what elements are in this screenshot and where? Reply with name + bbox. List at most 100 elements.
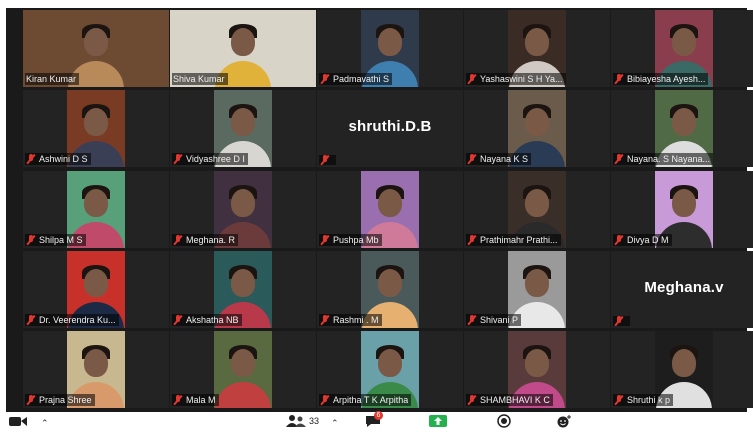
participant-tile[interactable]: Shilpa M S (23, 171, 169, 248)
participant-face (84, 108, 108, 136)
participant-name: Bibiayesha Ayesh... (627, 74, 706, 84)
participant-face (231, 269, 255, 297)
participant-tile[interactable]: Shiva Kumar (170, 10, 316, 87)
participant-face (378, 269, 402, 297)
participant-tile[interactable]: Prajna Shree (23, 331, 169, 408)
participant-name: Nayana. S Nayana... (627, 154, 711, 164)
share-screen-icon (429, 415, 447, 427)
muted-mic-icon (26, 154, 36, 164)
muted-mic-icon (614, 154, 624, 164)
participant-tile[interactable]: Akshatha NB (170, 251, 316, 328)
participant-name: Shivani P (480, 315, 519, 325)
participant-face (231, 349, 255, 377)
participant-name-label: Nayana. S Nayana... (613, 153, 714, 165)
participant-tile[interactable]: Meghana. R (170, 171, 316, 248)
participant-name-label: Rashmi . M (319, 314, 382, 326)
participant-face (84, 349, 108, 377)
participants-options-chevron-icon[interactable]: ⌃ (331, 418, 339, 429)
participant-tile[interactable]: Mala M (170, 331, 316, 408)
participant-name-label: Shivani P (466, 314, 522, 326)
participant-tile[interactable]: Vidyashree D I (170, 90, 316, 167)
participant-tile[interactable]: SHAMBHAVI K C (464, 331, 610, 408)
muted-mic-icon (614, 395, 624, 405)
participant-tile[interactable]: Nayana K S (464, 90, 610, 167)
record-button[interactable] (496, 414, 512, 428)
chat-button[interactable]: 6 (364, 411, 383, 428)
participant-tile[interactable]: Dr. Veerendra Ku... (23, 251, 169, 328)
muted-mic-icon (467, 154, 477, 164)
participant-tile[interactable]: shruthi.D.B (317, 90, 463, 167)
muted-mic-icon (614, 235, 624, 245)
participant-tile[interactable]: Shruthi k p (611, 331, 753, 408)
participant-face (378, 28, 402, 56)
record-icon (497, 414, 511, 428)
reactions-smiley-icon (557, 415, 571, 428)
participant-face (672, 28, 696, 56)
participant-name: SHAMBHAVI K C (480, 395, 550, 405)
participant-name-label: Ashwini D S (25, 153, 91, 165)
participant-name: Divya D M (627, 235, 669, 245)
participant-name-label: Divya D M (613, 234, 672, 246)
participant-name-label (319, 155, 336, 165)
participant-display-name: Meghana.v (644, 279, 724, 296)
participant-video (214, 331, 272, 408)
participant-tile[interactable]: Yashaswini S H Ya... (464, 10, 610, 87)
muted-mic-icon (614, 74, 624, 84)
participant-tile[interactable]: Rashmi . M (317, 251, 463, 328)
video-camera-icon (9, 417, 27, 426)
participant-name-label: Pushpa Mb (319, 234, 382, 246)
muted-mic-icon (320, 74, 330, 84)
participant-tile[interactable]: Padmavathi S (317, 10, 463, 87)
participant-tile[interactable]: Meghana.v (611, 251, 753, 328)
muted-mic-icon (320, 395, 330, 405)
muted-mic-icon (26, 395, 36, 405)
participant-tile[interactable]: Bibiayesha Ayesh... (611, 10, 753, 87)
participant-name-label: Vidyashree D I (172, 153, 248, 165)
muted-mic-icon (467, 315, 477, 325)
participant-tile[interactable]: Nayana. S Nayana... (611, 90, 753, 167)
participant-name: Shruthi k p (627, 395, 671, 405)
muted-mic-icon (467, 74, 477, 84)
reactions-button[interactable] (556, 414, 572, 428)
participant-face (672, 349, 696, 377)
participant-face (231, 108, 255, 136)
participant-face (231, 189, 255, 217)
participant-tile[interactable]: Arpitha T K Arpitha (317, 331, 463, 408)
participant-name: Ashwini D S (39, 154, 88, 164)
participant-face (672, 108, 696, 136)
video-button[interactable] (8, 414, 28, 434)
participants-button[interactable]: 33 (285, 414, 319, 428)
participant-name: Kiran Kumar (26, 74, 77, 84)
participant-face (525, 349, 549, 377)
participant-face (525, 269, 549, 297)
participant-tile[interactable]: Kiran Kumar (23, 10, 169, 87)
participant-name-label: SHAMBHAVI K C (466, 394, 553, 406)
share-screen-button[interactable] (428, 414, 448, 428)
participant-face (84, 189, 108, 217)
muted-mic-icon (173, 154, 183, 164)
participant-name: Vidyashree D I (186, 154, 245, 164)
participant-name: Shiva Kumar (173, 74, 225, 84)
participant-tile[interactable]: Ashwini D S (23, 90, 169, 167)
participant-tile[interactable]: Divya D M (611, 171, 753, 248)
participant-name: Prajna Shree (39, 395, 92, 405)
muted-mic-icon (173, 315, 183, 325)
participant-name-label (613, 316, 630, 326)
participant-face (84, 269, 108, 297)
participant-tile[interactable]: Prathimahr Prathi... (464, 171, 610, 248)
video-options-chevron-icon[interactable]: ⌃ (41, 418, 49, 429)
chat-unread-badge: 6 (374, 411, 383, 420)
muted-mic-icon (614, 316, 624, 326)
participant-name: Rashmi . M (333, 315, 379, 325)
participant-tile[interactable]: Pushpa Mb (317, 171, 463, 248)
participant-tile[interactable]: Shivani P (464, 251, 610, 328)
participant-name: Nayana K S (480, 154, 529, 164)
participant-name: Arpitha T K Arpitha (333, 395, 409, 405)
participant-name: Akshatha NB (186, 315, 239, 325)
muted-mic-icon (173, 395, 183, 405)
participant-name-label: Yashaswini S H Ya... (466, 73, 566, 85)
participant-name-label: Mala M (172, 394, 219, 406)
participant-face (378, 349, 402, 377)
muted-mic-icon (26, 315, 36, 325)
participant-name-label: Shruthi k p (613, 394, 674, 406)
